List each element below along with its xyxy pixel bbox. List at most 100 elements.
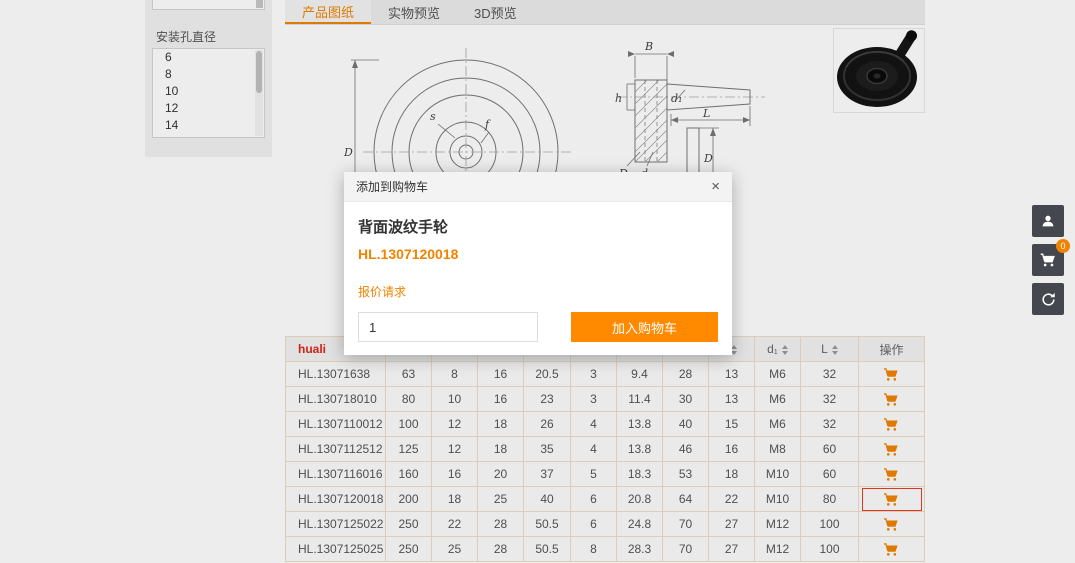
- add-to-cart-icon[interactable]: [863, 439, 921, 460]
- add-to-cart-icon[interactable]: [863, 389, 921, 410]
- add-to-cart-modal: 添加到购物车 × 背面波纹手轮 HL.1307120018 报价请求 加入购物车: [344, 172, 732, 355]
- listbox-option[interactable]: 14: [153, 117, 264, 134]
- modal-body: 背面波纹手轮 HL.1307120018 报价请求 加入购物车: [344, 202, 732, 356]
- model-cell: HL.1307120018: [286, 487, 386, 512]
- value-cell: 25: [432, 537, 478, 562]
- sort-icon: [832, 345, 838, 355]
- hole-diameter-listbox[interactable]: 6 8 10 12 14: [152, 48, 265, 138]
- value-cell: 28: [478, 512, 524, 537]
- value-cell: 60: [801, 437, 859, 462]
- table-row: HL.13071801080101623311.43013M632: [286, 387, 925, 412]
- add-to-cart-icon[interactable]: [863, 414, 921, 435]
- value-cell: M8: [755, 437, 801, 462]
- add-to-cart-icon[interactable]: [863, 489, 921, 510]
- value-cell: 70: [663, 537, 709, 562]
- value-cell: 100: [386, 412, 432, 437]
- value-cell: M12: [755, 537, 801, 562]
- value-cell: 25: [478, 487, 524, 512]
- value-cell: 32: [801, 362, 859, 387]
- dim-label-d1: d₁: [671, 92, 682, 105]
- column-header-d1[interactable]: d₁: [755, 337, 801, 362]
- op-header: 操作: [859, 337, 925, 362]
- value-cell: M6: [755, 362, 801, 387]
- cart-icon: [883, 542, 900, 557]
- table-row: HL.1307112512125121835413.84616M860: [286, 437, 925, 462]
- value-cell: 70: [663, 512, 709, 537]
- tab-3d-preview[interactable]: 3D预览: [457, 0, 534, 24]
- cart-icon: [883, 517, 900, 532]
- listbox-option[interactable]: 6: [153, 49, 264, 66]
- value-cell: 22: [432, 512, 478, 537]
- close-icon[interactable]: ×: [711, 179, 720, 194]
- value-cell: 13.8: [617, 437, 663, 462]
- value-cell: 18.3: [617, 462, 663, 487]
- table-row: HL.1307125025250252850.5828.37027M12100: [286, 537, 925, 562]
- column-header-L[interactable]: L: [801, 337, 859, 362]
- account-button[interactable]: [1032, 205, 1064, 237]
- modal-header: 添加到购物车 ×: [344, 172, 732, 202]
- listbox-option[interactable]: 10: [153, 83, 264, 100]
- parts-table-body: HL.130716386381620.539.42813M632HL.13071…: [286, 362, 925, 562]
- parts-table: huali d₁ L: [285, 336, 925, 562]
- quote-request-link[interactable]: 报价请求: [358, 283, 406, 300]
- value-cell: 3: [571, 362, 617, 387]
- add-to-cart-icon[interactable]: [863, 514, 921, 535]
- add-to-cart-icon[interactable]: [863, 539, 921, 560]
- sort-icon: [782, 345, 788, 355]
- op-cell: [859, 437, 925, 462]
- add-to-cart-icon[interactable]: [863, 464, 921, 485]
- value-cell: 20.5: [524, 362, 571, 387]
- cart-icon: [883, 442, 900, 457]
- tab-photo-preview[interactable]: 实物预览: [371, 0, 457, 24]
- value-cell: 4: [571, 437, 617, 462]
- cart-icon: [883, 467, 900, 482]
- filter-listbox-cutoff[interactable]: [152, 0, 265, 10]
- cart-icon: [883, 492, 900, 507]
- op-cell: [859, 462, 925, 487]
- product-code: HL.1307120018: [358, 246, 718, 262]
- modal-title: 添加到购物车: [356, 178, 428, 195]
- value-cell: 100: [801, 512, 859, 537]
- value-cell: 15: [709, 412, 755, 437]
- value-cell: 8: [432, 362, 478, 387]
- table-row: HL.1307120018200182540620.86422M1080: [286, 487, 925, 512]
- quantity-input[interactable]: [358, 312, 538, 342]
- model-cell: HL.1307112512: [286, 437, 386, 462]
- scrollbar-track[interactable]: [255, 50, 263, 136]
- floating-toolbar: 0: [1032, 205, 1064, 322]
- cart-button[interactable]: 0: [1032, 244, 1064, 276]
- table-row: HL.130716386381620.539.42813M632: [286, 362, 925, 387]
- value-cell: 3: [571, 387, 617, 412]
- value-cell: 16: [432, 462, 478, 487]
- refresh-button[interactable]: [1032, 283, 1064, 315]
- value-cell: 37: [524, 462, 571, 487]
- value-cell: 16: [478, 362, 524, 387]
- value-cell: 13: [709, 362, 755, 387]
- dim-label-f: f: [484, 118, 491, 131]
- model-cell: HL.13071638: [286, 362, 386, 387]
- value-cell: 250: [386, 537, 432, 562]
- add-to-cart-button[interactable]: 加入购物车: [571, 312, 718, 342]
- tab-product-drawing[interactable]: 产品图纸: [285, 0, 371, 24]
- listbox-option[interactable]: 8: [153, 66, 264, 83]
- value-cell: 80: [801, 487, 859, 512]
- value-cell: 6: [571, 487, 617, 512]
- value-cell: M10: [755, 487, 801, 512]
- scrollbar-thumb[interactable]: [256, 51, 262, 93]
- listbox-option[interactable]: 12: [153, 100, 264, 117]
- value-cell: 10: [432, 387, 478, 412]
- product-name: 背面波纹手轮: [358, 216, 718, 237]
- value-cell: 18: [432, 487, 478, 512]
- product-photo[interactable]: [833, 28, 925, 113]
- value-cell: 64: [663, 487, 709, 512]
- add-to-cart-icon[interactable]: [863, 364, 921, 385]
- table-row: HL.1307125022250222850.5624.87027M12100: [286, 512, 925, 537]
- value-cell: 11.4: [617, 387, 663, 412]
- value-cell: 12: [432, 412, 478, 437]
- cart-badge: 0: [1056, 239, 1070, 253]
- scrollbar-thumb[interactable]: [256, 0, 263, 8]
- value-cell: 27: [709, 512, 755, 537]
- value-cell: 30: [663, 387, 709, 412]
- cart-icon: [1040, 252, 1057, 268]
- value-cell: 53: [663, 462, 709, 487]
